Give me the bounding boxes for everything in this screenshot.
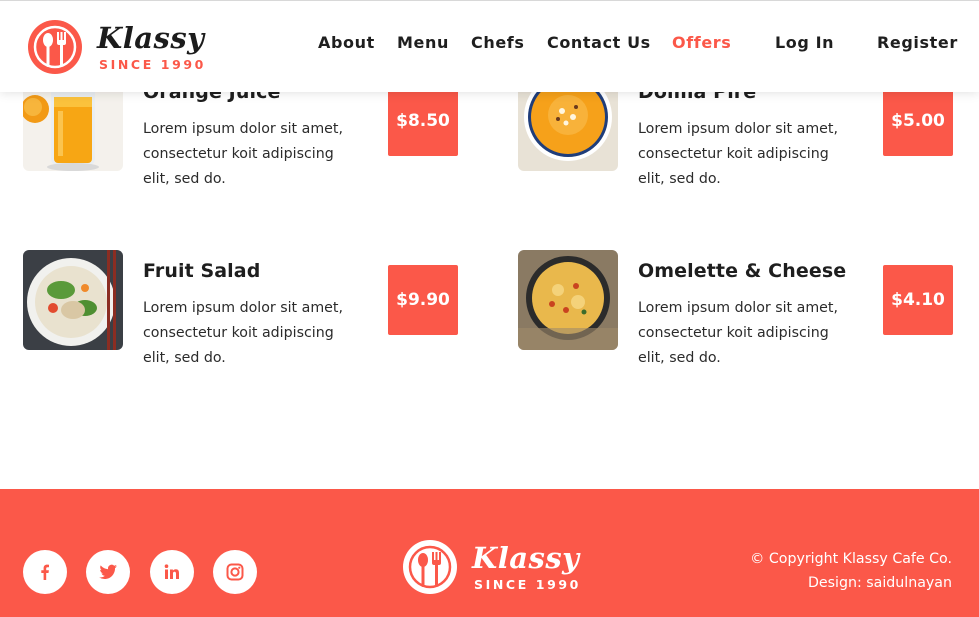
nav-menu[interactable]: Menu [397, 33, 449, 52]
item-description: Lorem ipsum dolor sit amet, consectetur … [143, 121, 343, 187]
price-badge: $8.50 [388, 86, 458, 156]
brand-name: Klassy [97, 21, 205, 55]
salad-bowl-photo [23, 250, 123, 350]
spoon-fork-logo-icon [28, 20, 82, 74]
footer-brand-logo[interactable]: Klassy SINCE 1990 [402, 539, 582, 597]
menu-item: Fruit Salad Lorem ipsum dolor sit amet, … [23, 250, 459, 366]
nav-log-in[interactable]: Log In [775, 33, 834, 52]
omelette-pan-photo [518, 250, 618, 350]
price-badge: $9.90 [388, 265, 458, 335]
footer-brand-tagline: SINCE 1990 [474, 577, 581, 592]
menu-item: Omelette & Cheese Lorem ipsum dolor sit … [518, 250, 954, 366]
nav-register[interactable]: Register [877, 33, 958, 52]
footer-credits: © Copyright Klassy Cafe Co. Design: said… [750, 547, 952, 595]
price-badge: $5.00 [883, 86, 953, 156]
instagram-icon[interactable] [213, 550, 257, 594]
design-credit[interactable]: Design: saidulnayan [750, 571, 952, 595]
nav-contact-us[interactable]: Contact Us [547, 33, 651, 52]
brand-logo[interactable]: Klassy SINCE 1990 [27, 19, 207, 75]
site-header: Klassy SINCE 1990 About Menu Chefs Conta… [0, 0, 979, 92]
item-title: Omelette & Cheese [638, 260, 847, 282]
linkedin-icon[interactable] [150, 550, 194, 594]
brand-tagline: SINCE 1990 [99, 57, 206, 72]
twitter-icon[interactable] [86, 550, 130, 594]
facebook-icon[interactable] [23, 550, 67, 594]
spoon-fork-logo-icon [403, 540, 457, 594]
footer-brand-name: Klassy [472, 541, 580, 575]
item-description: Lorem ipsum dolor sit amet, consectetur … [143, 300, 343, 366]
site-footer: Klassy SINCE 1990 © Copyright Klassy Caf… [0, 489, 979, 617]
item-description: Lorem ipsum dolor sit amet, consectetur … [638, 121, 838, 187]
price-badge: $4.10 [883, 265, 953, 335]
item-description: Lorem ipsum dolor sit amet, consectetur … [638, 300, 838, 366]
item-title: Fruit Salad [143, 260, 261, 282]
nav-offers[interactable]: Offers [672, 33, 731, 52]
nav-chefs[interactable]: Chefs [471, 33, 524, 52]
nav-about[interactable]: About [318, 33, 375, 52]
copyright-text: © Copyright Klassy Cafe Co. [750, 551, 952, 567]
